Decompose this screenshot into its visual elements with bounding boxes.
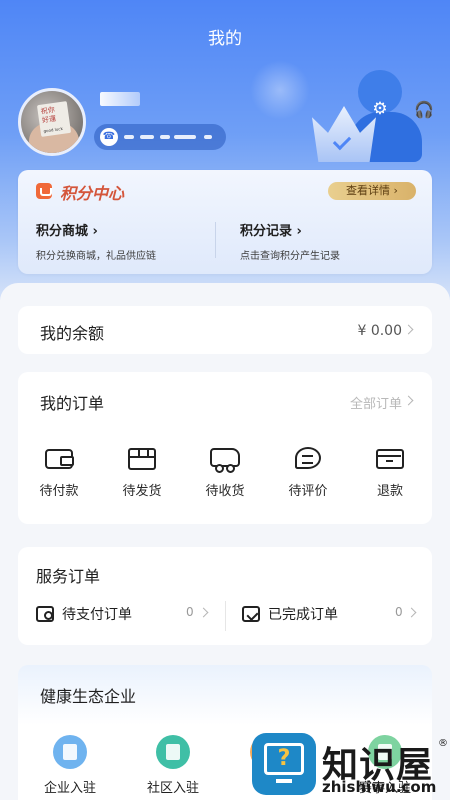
- member-illustration: [310, 66, 440, 176]
- ecosystem-label: 社区入驻: [146, 781, 199, 796]
- divider: [215, 222, 216, 258]
- balance-row[interactable]: 我的余额 ¥ 0.00: [18, 306, 432, 354]
- my-orders-title: 我的订单: [40, 394, 105, 413]
- refund-icon: [374, 446, 406, 472]
- service-order-count: 0: [395, 605, 403, 619]
- nickname-masked[interactable]: [100, 92, 140, 106]
- points-record-desc: 点击查询积分产生记录: [240, 251, 340, 262]
- order-label: 待评价: [288, 484, 328, 499]
- service-orders-title: 服务订单: [36, 567, 101, 586]
- headset-icon[interactable]: 🎧: [414, 100, 434, 120]
- community-join[interactable]: 社区入驻: [138, 735, 208, 796]
- avatar-card: 祝你 好運 good luck: [36, 101, 72, 137]
- order-label: 退款: [376, 484, 403, 499]
- points-mall-link[interactable]: 积分商城 › 积分兑换商城，礼品供应链: [36, 220, 156, 262]
- masked-digits: [140, 135, 154, 139]
- avatar[interactable]: 祝你 好運 good luck: [18, 88, 86, 156]
- points-center-title: 积分中心: [60, 184, 125, 203]
- points-center-card: 积分中心 查看详情 › 积分商城 › 积分兑换商城，礼品供应链 积分记录 › 点…: [18, 170, 432, 274]
- ecosystem-label: 企业入驻: [43, 781, 96, 796]
- enterprise-join[interactable]: 企业入驻: [35, 735, 105, 796]
- community-icon: [156, 735, 190, 769]
- order-label: 待付款: [39, 484, 79, 499]
- chevron-right-icon: [403, 395, 414, 406]
- wallet-icon: [43, 446, 75, 472]
- masked-digits: [124, 135, 134, 139]
- package-icon: [126, 446, 158, 472]
- question-mark-icon: ?: [264, 743, 304, 775]
- all-orders-link[interactable]: 全部订单: [350, 393, 402, 412]
- watermark-url: zhishiwu.com: [322, 778, 437, 796]
- truck-icon: [209, 446, 241, 473]
- phone-icon: ☎: [100, 128, 118, 146]
- order-pending-shipment[interactable]: 待发货: [112, 446, 172, 499]
- wallet-icon: [36, 606, 54, 622]
- my-orders-card: 我的订单 全部订单 待付款 待发货 待收货 待评价 退款: [18, 372, 432, 524]
- watermark-logo-icon: ?: [252, 733, 316, 795]
- phone-number-masked: ☎: [94, 124, 226, 150]
- order-label: 待发货: [122, 484, 162, 499]
- page-title: 我的: [208, 29, 242, 49]
- chevron-right-icon: [403, 324, 414, 335]
- points-record-link[interactable]: 积分记录 › 点击查询积分产生记录: [240, 220, 340, 262]
- decorative-glow: [250, 60, 310, 120]
- shopping-bag-icon: [36, 183, 52, 199]
- balance-value: ¥ 0.00: [357, 323, 402, 339]
- order-refund[interactable]: 退款: [360, 446, 420, 499]
- health-ecosystem-title: 健康生态企业: [40, 687, 137, 706]
- completed-service-orders[interactable]: 已完成订单 0: [242, 597, 418, 633]
- watermark-stand: [276, 779, 292, 783]
- masked-digits: [204, 135, 212, 139]
- chevron-right-icon: [406, 607, 417, 618]
- masked-digits: [174, 135, 196, 139]
- masked-digits: [160, 135, 170, 139]
- pending-payment-service-orders[interactable]: 待支付订单 0: [36, 597, 216, 633]
- comment-icon: [292, 446, 324, 472]
- service-order-label: 已完成订单: [268, 607, 338, 623]
- building-icon: [53, 735, 87, 769]
- gear-icon[interactable]: ⚙: [371, 100, 389, 118]
- points-record-title: 积分记录 ›: [240, 224, 302, 239]
- service-order-label: 待支付订单: [62, 607, 132, 623]
- checklist-icon: [242, 606, 260, 622]
- order-pending-receipt[interactable]: 待收货: [195, 446, 255, 499]
- order-pending-payment[interactable]: 待付款: [29, 446, 89, 499]
- points-mall-desc: 积分兑换商城，礼品供应链: [36, 251, 156, 262]
- service-order-count: 0: [186, 605, 194, 619]
- view-details-button[interactable]: 查看详情 ›: [328, 182, 416, 200]
- watermark-registered: ®: [438, 738, 448, 749]
- divider: [225, 601, 226, 631]
- order-label: 待收货: [205, 484, 245, 499]
- service-orders-card: 服务订单 待支付订单 0 已完成订单 0: [18, 547, 432, 645]
- chevron-right-icon: [198, 607, 209, 618]
- points-mall-title: 积分商城 ›: [36, 224, 98, 239]
- avatar-text: good luck: [43, 125, 64, 134]
- order-pending-review[interactable]: 待评价: [278, 446, 338, 499]
- balance-label: 我的余额: [40, 324, 105, 343]
- profile-header: 我的 祝你 好運 good luck ☎ ⚙ 🎧 积分中心 查看详情 › 积分商…: [0, 0, 450, 300]
